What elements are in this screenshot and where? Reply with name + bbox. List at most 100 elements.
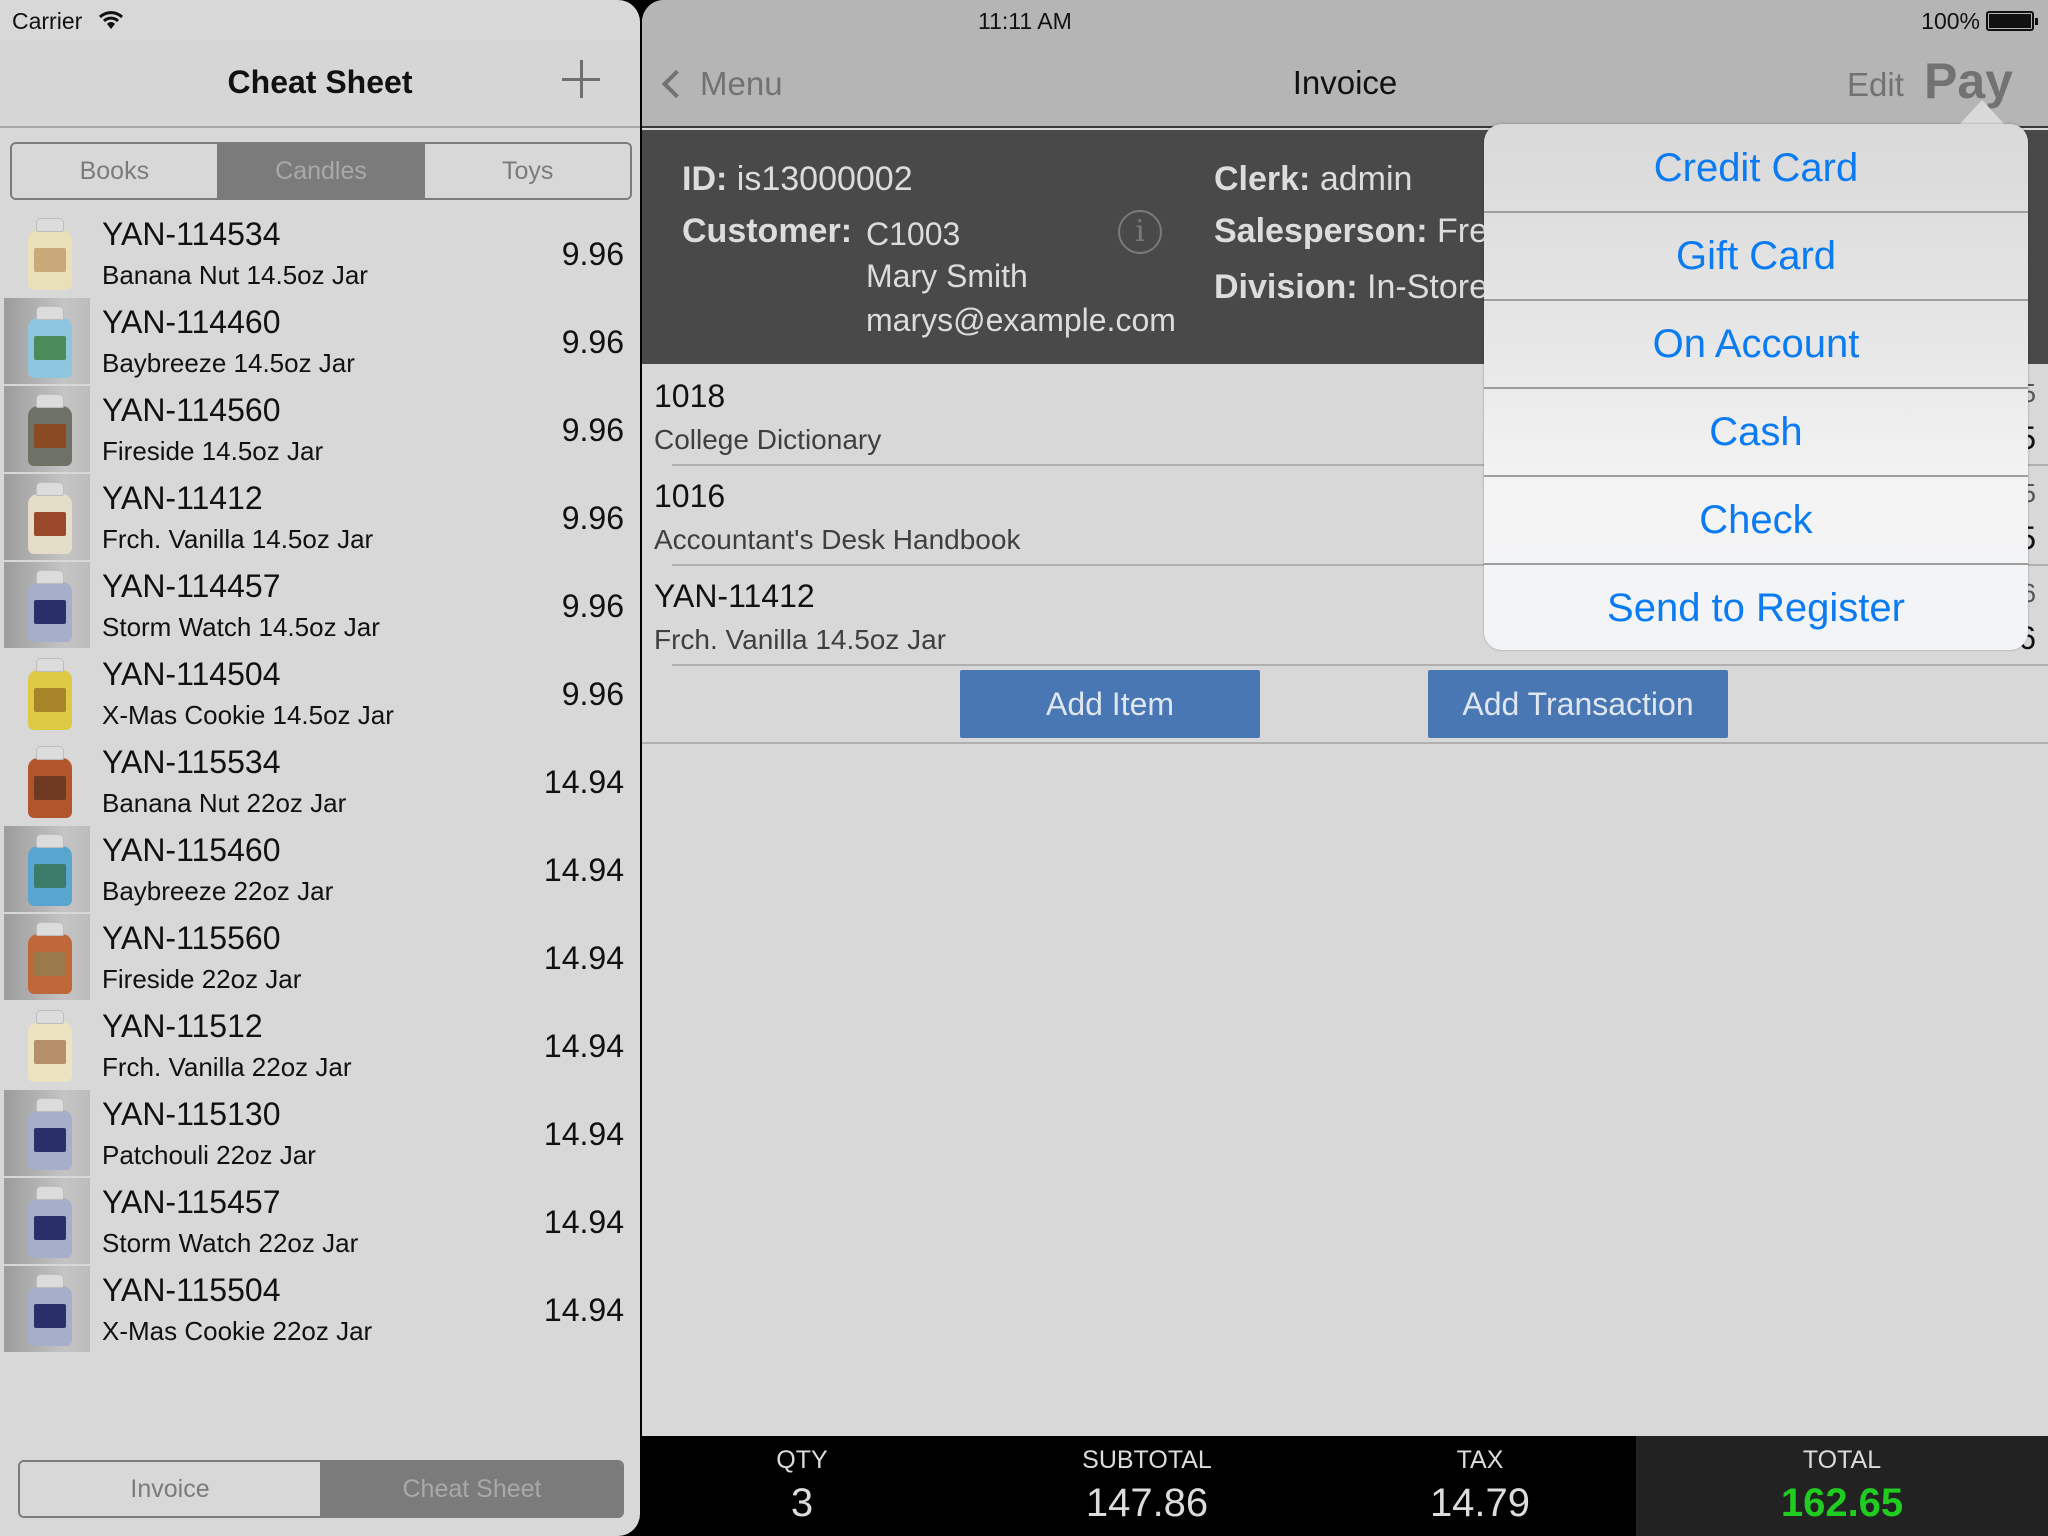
subtotal-value: 147.86 xyxy=(1085,1481,1209,1525)
product-name: Banana Nut 14.5oz Jar xyxy=(102,260,368,290)
menu-divider xyxy=(1484,211,2028,213)
candle-jar-icon xyxy=(28,570,72,642)
product-sku: YAN-114504 xyxy=(102,656,281,692)
row-divider xyxy=(672,664,2048,666)
product-row[interactable]: YAN-115560 Fireside 22oz Jar 14.94 xyxy=(0,914,640,1002)
clerk-field: Clerk: admin xyxy=(1214,160,1412,199)
edit-button[interactable]: Edit xyxy=(1847,66,1904,104)
product-row[interactable]: YAN-115504 X-Mas Cookie 22oz Jar 14.94 xyxy=(0,1266,640,1354)
product-row[interactable]: YAN-114460 Baybreeze 14.5oz Jar 9.96 xyxy=(0,298,640,386)
invoice-title: Invoice xyxy=(1292,64,1398,101)
pay-option-check[interactable]: Check xyxy=(1484,476,2028,564)
candle-thumbnail xyxy=(4,1090,90,1176)
line-item-code: 1018 xyxy=(654,378,726,414)
division-field: Division: In-Store xyxy=(1214,268,1488,307)
product-name: Frch. Vanilla 22oz Jar xyxy=(102,1052,352,1082)
tab-candles[interactable]: Candles xyxy=(218,144,426,198)
candle-thumbnail xyxy=(4,826,90,912)
candle-thumbnail xyxy=(4,1266,90,1352)
tax-label: TAX xyxy=(1456,1446,1504,1474)
product-row[interactable]: YAN-11412 Frch. Vanilla 14.5oz Jar 9.96 xyxy=(0,474,640,562)
tab-books[interactable]: Books xyxy=(12,144,219,198)
add-item-button[interactable]: Add Item xyxy=(960,670,1260,738)
product-sku: YAN-115460 xyxy=(102,832,281,868)
division-label: Division: xyxy=(1214,268,1358,306)
status-time: 11:11 AM xyxy=(978,8,1072,34)
product-row[interactable]: YAN-114534 Banana Nut 14.5oz Jar 9.96 xyxy=(0,210,640,298)
pay-option-gift-card[interactable]: Gift Card xyxy=(1484,212,2028,300)
product-name: Baybreeze 22oz Jar xyxy=(102,876,334,906)
qty-cell: QTY 3 xyxy=(642,1436,962,1536)
pay-option-on-account[interactable]: On Account xyxy=(1484,300,2028,388)
battery-percent: 100% xyxy=(1921,8,1980,34)
candle-jar-icon xyxy=(28,746,72,818)
candle-jar-icon xyxy=(28,834,72,906)
product-name: Banana Nut 22oz Jar xyxy=(102,788,347,818)
menu-divider xyxy=(1484,299,2028,301)
qty-value: 3 xyxy=(790,1481,814,1525)
customer-label: Customer: xyxy=(682,212,853,250)
cheat-sheet-pane: Carrier Cheat Sheet Books Candles Toys Y… xyxy=(0,0,640,1536)
product-name: X-Mas Cookie 14.5oz Jar xyxy=(102,700,394,730)
product-name: Patchouli 22oz Jar xyxy=(102,1140,316,1170)
candle-thumbnail xyxy=(4,474,90,560)
product-row[interactable]: YAN-115457 Storm Watch 22oz Jar 14.94 xyxy=(0,1178,640,1266)
totals-bar: QTY 3 SUBTOTAL 147.86 TAX 14.79 TOTAL 16… xyxy=(642,1436,2048,1536)
pay-option-send-to-register[interactable]: Send to Register xyxy=(1484,564,2028,652)
menu-divider xyxy=(1484,475,2028,477)
product-row[interactable]: YAN-114457 Storm Watch 14.5oz Jar 9.96 xyxy=(0,562,640,650)
product-name: Storm Watch 14.5oz Jar xyxy=(102,612,380,642)
candle-thumbnail xyxy=(4,738,90,824)
product-name: Fireside 14.5oz Jar xyxy=(102,436,324,466)
pay-option-credit-card[interactable]: Credit Card xyxy=(1484,124,2028,212)
subtotal-cell: SUBTOTAL 147.86 xyxy=(962,1436,1332,1536)
pay-option-cash[interactable]: Cash xyxy=(1484,388,2028,476)
product-sku: YAN-11412 xyxy=(102,480,263,516)
menu-divider xyxy=(1484,387,2028,389)
candle-jar-icon xyxy=(28,922,72,994)
product-price: 9.96 xyxy=(561,236,624,272)
product-row[interactable]: YAN-115534 Banana Nut 22oz Jar 14.94 xyxy=(0,738,640,826)
status-bar-left: Carrier xyxy=(0,0,640,40)
customer-id: C1003 xyxy=(866,216,961,252)
add-transaction-button[interactable]: Add Transaction xyxy=(1428,670,1728,738)
product-price: 14.94 xyxy=(543,1292,624,1328)
clerk-value: admin xyxy=(1319,160,1413,198)
tax-cell: TAX 14.79 xyxy=(1332,1436,1628,1536)
tab-toys[interactable]: Toys xyxy=(425,144,630,198)
wifi-icon xyxy=(98,11,124,29)
plus-icon[interactable] xyxy=(562,60,600,98)
product-sku: YAN-115130 xyxy=(102,1096,281,1132)
customer-label-field: Customer: xyxy=(682,212,852,251)
product-price: 9.96 xyxy=(561,412,624,448)
product-price: 14.94 xyxy=(543,764,624,800)
popover-arrow xyxy=(1958,100,2006,126)
product-row[interactable]: YAN-11512 Frch. Vanilla 22oz Jar 14.94 xyxy=(0,1002,640,1090)
menu-divider xyxy=(1484,563,2028,565)
product-row[interactable]: YAN-114504 X-Mas Cookie 14.5oz Jar 9.96 xyxy=(0,650,640,738)
product-price: 14.94 xyxy=(543,852,624,888)
product-row[interactable]: YAN-115130 Patchouli 22oz Jar 14.94 xyxy=(0,1090,640,1178)
candle-jar-icon xyxy=(28,1186,72,1258)
product-sku: YAN-114560 xyxy=(102,392,281,428)
category-segmented-control: Books Candles Toys xyxy=(10,142,632,200)
candle-thumbnail xyxy=(4,298,90,384)
clerk-label: Clerk: xyxy=(1214,160,1311,198)
cheat-sheet-navbar: Cheat Sheet xyxy=(0,40,640,128)
product-row[interactable]: YAN-114560 Fireside 14.5oz Jar 9.96 xyxy=(0,386,640,474)
product-name: Baybreeze 14.5oz Jar xyxy=(102,348,355,378)
tab-cheat-sheet[interactable]: Cheat Sheet xyxy=(322,1462,622,1516)
cheat-sheet-title: Cheat Sheet xyxy=(227,64,413,100)
division-value: In-Store xyxy=(1367,268,1488,306)
product-sku: YAN-114457 xyxy=(102,568,281,604)
info-icon[interactable]: i xyxy=(1118,210,1162,254)
carrier-label: Carrier xyxy=(12,8,83,34)
product-price: 14.94 xyxy=(543,1116,624,1152)
candle-jar-icon xyxy=(28,1274,72,1346)
product-sku: YAN-114534 xyxy=(102,216,281,252)
product-price: 14.94 xyxy=(543,1204,624,1240)
product-name: Fireside 22oz Jar xyxy=(102,964,302,994)
tab-invoice[interactable]: Invoice xyxy=(20,1462,322,1516)
product-name: Storm Watch 22oz Jar xyxy=(102,1228,359,1258)
product-row[interactable]: YAN-115460 Baybreeze 22oz Jar 14.94 xyxy=(0,826,640,914)
